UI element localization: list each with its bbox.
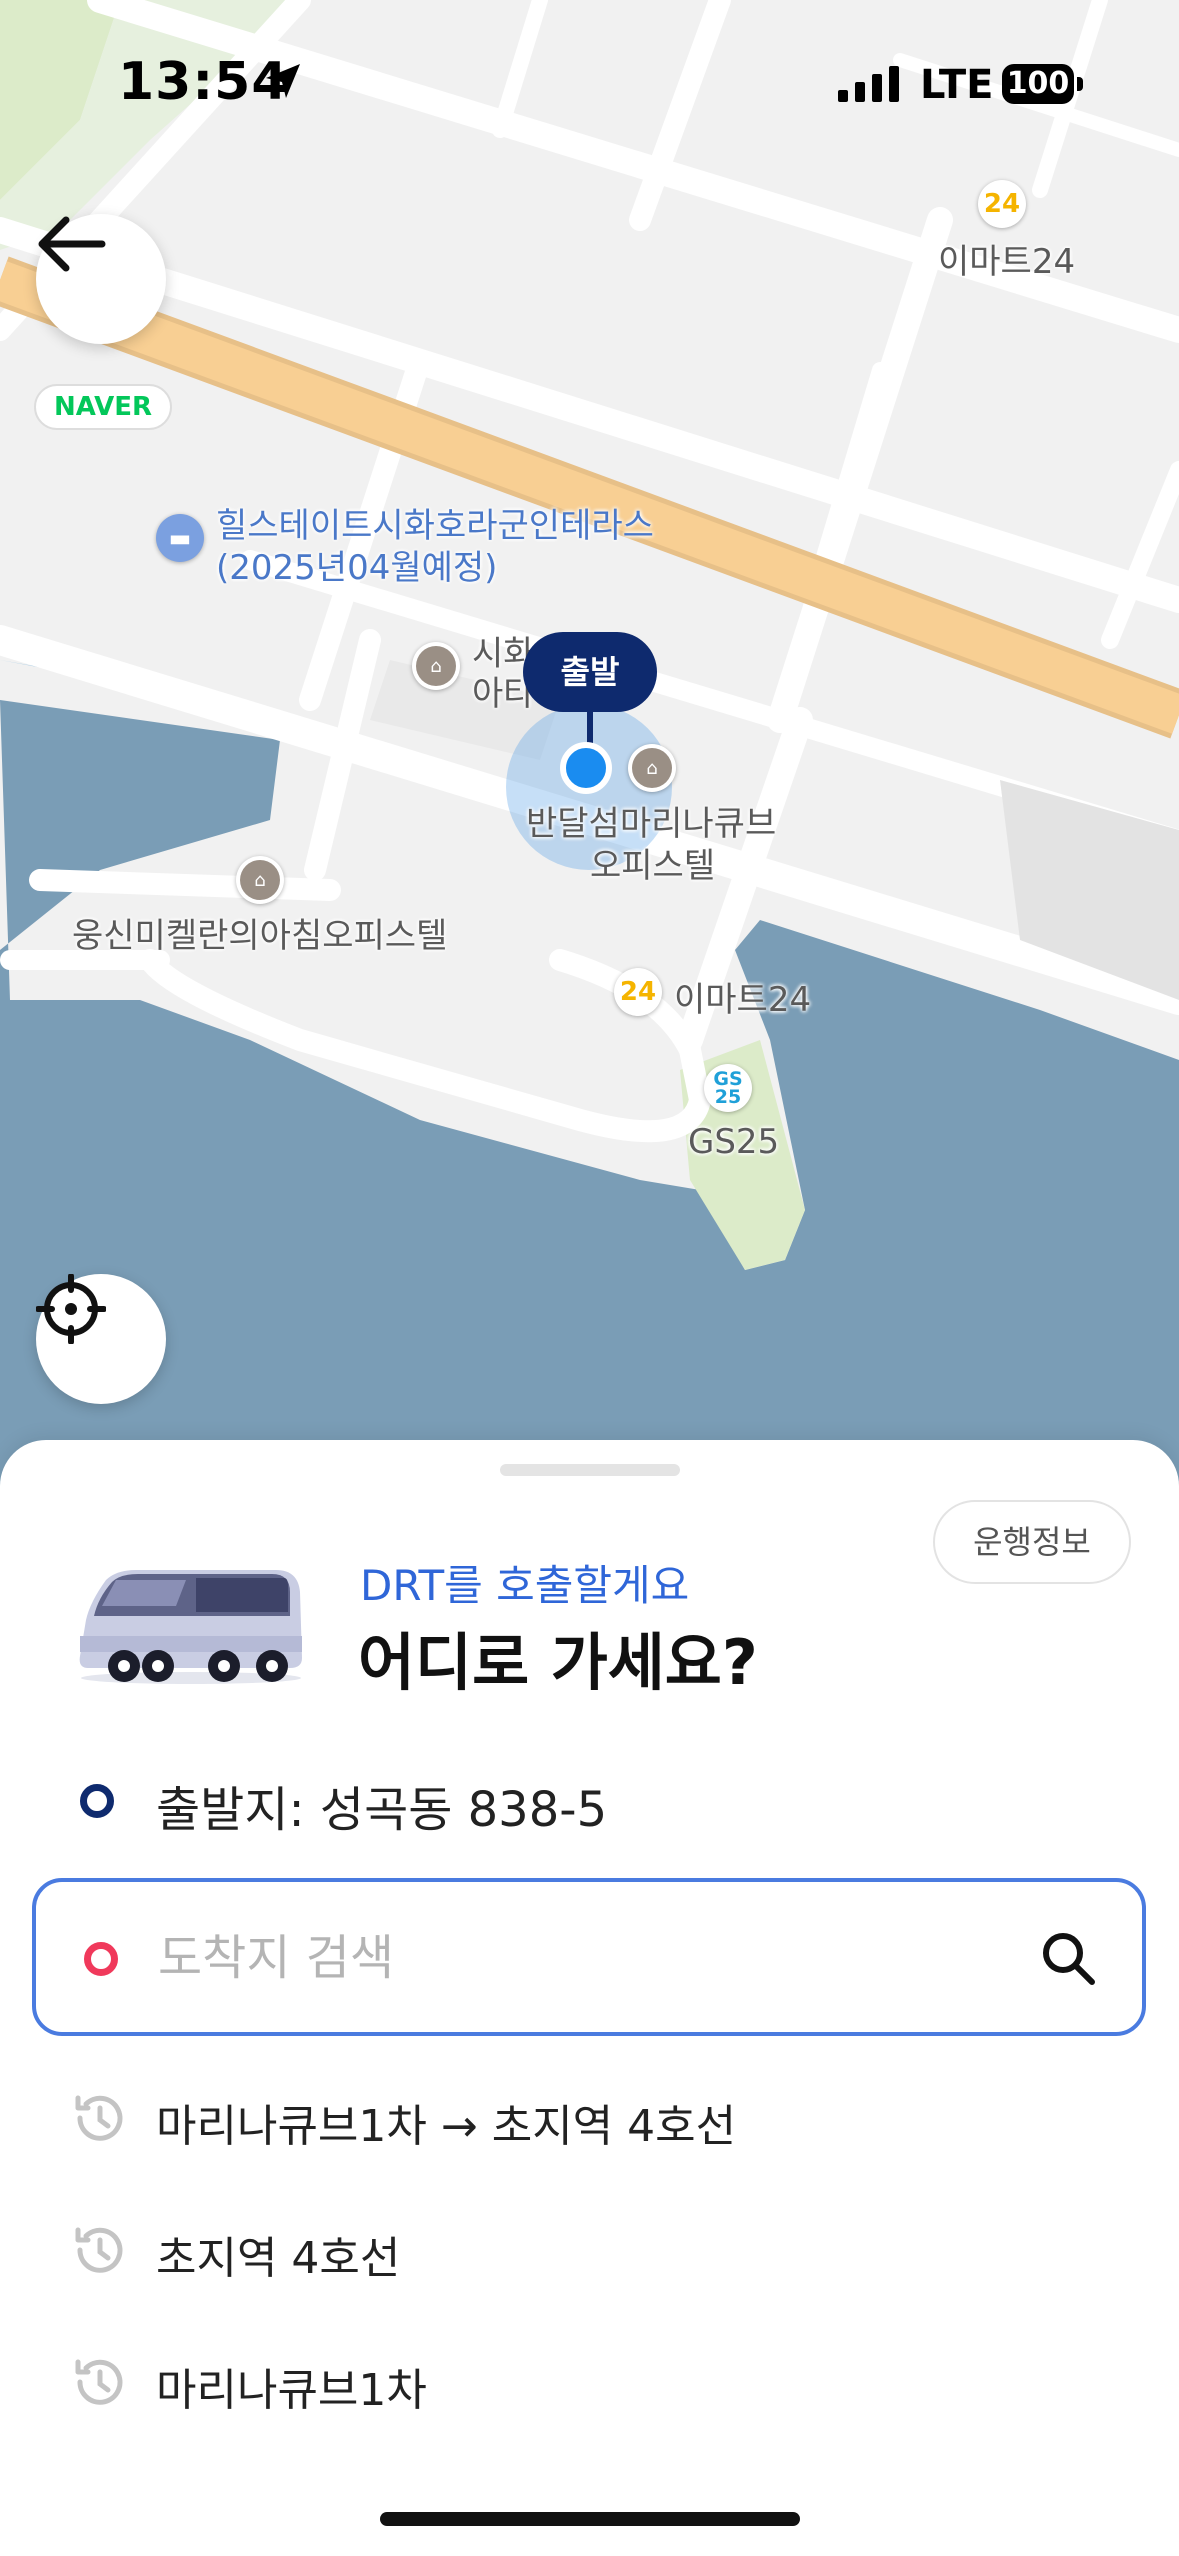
history-icon [70,2222,126,2282]
history-icon [70,2354,126,2414]
origin-pin-dot[interactable] [560,742,612,794]
back-button[interactable] [36,214,166,344]
history-item-label: 마리나큐브1차 → 초지역 4호선 [156,2101,737,2152]
destination-search-input[interactable] [156,1910,980,2006]
origin-pin-label: 출발 [523,632,657,712]
drt-subtitle: DRT를 호출할게요 [360,1561,690,1610]
map-label-emart-mid: 이마트24 [674,980,812,1020]
sheet-drag-handle[interactable] [500,1464,680,1476]
history-item-label: 초지역 4호선 [156,2233,401,2284]
status-bar: 13:54 LTE 100 [0,0,1179,180]
cellular-signal-icon [838,66,900,106]
naver-logo-badge: NAVER [34,384,172,430]
page-title: 어디로 가세요? [358,1626,758,1699]
search-button[interactable] [1030,1922,1106,1998]
history-item[interactable]: 마리나큐브1차 [0,2326,1179,2436]
history-item[interactable]: 초지역 4호선 [0,2194,1179,2304]
origin-marker-icon [80,1784,114,1818]
building-poi-sihwa[interactable]: ⌂ [412,642,460,690]
van-icon [76,1566,306,1690]
map-label-emart-top: 이마트24 [938,242,1076,282]
destination-search-box[interactable] [32,1878,1146,2036]
origin-address[interactable]: 출발지: 성곡동 838-5 [156,1770,607,1840]
map-label-gs25: GS25 [688,1122,780,1162]
destination-marker-icon [84,1942,118,1976]
search-icon [1040,1930,1096,1990]
current-location-button[interactable] [36,1274,166,1404]
building-poi-bandal[interactable]: ⌂ [628,744,676,792]
history-item-label: 마리나큐브1차 [156,2365,427,2416]
map-label-hillstate-2: (2025년04월예정) [216,548,498,588]
hotel-poi[interactable]: ▬ [156,514,204,562]
bottom-sheet: 운행정보 DRT를 호출할게요 어디로 가세요? 출발지: 성곡동 838-5 [0,1440,1179,2556]
network-type: LTE [920,62,994,108]
gs25-poi[interactable]: GS 25 [704,1064,752,1112]
home-indicator[interactable] [380,2512,800,2526]
battery-tip [1077,77,1083,91]
emart24-poi-mid[interactable]: 24 [614,968,662,1016]
history-item[interactable]: 마리나큐브1차 → 초지역 4호선 [0,2062,1179,2172]
map-label-woongshin: 웅신미켈란의아침오피스텔 [72,916,448,956]
battery-indicator: 100 [1002,64,1074,104]
emart24-poi-top[interactable]: 24 [978,180,1026,228]
building-poi-woongshin[interactable]: ⌂ [236,856,284,904]
history-icon [70,2090,126,2150]
map-view[interactable]: 24 이마트24 ▬ 힐스테이트시화호라군인테라스 (2025년04월예정) ⌂… [0,0,1179,1500]
map-label-bandal-2: 오피스텔 [590,846,716,886]
service-info-button[interactable]: 운행정보 [933,1500,1131,1584]
location-arrow-icon [262,60,304,106]
